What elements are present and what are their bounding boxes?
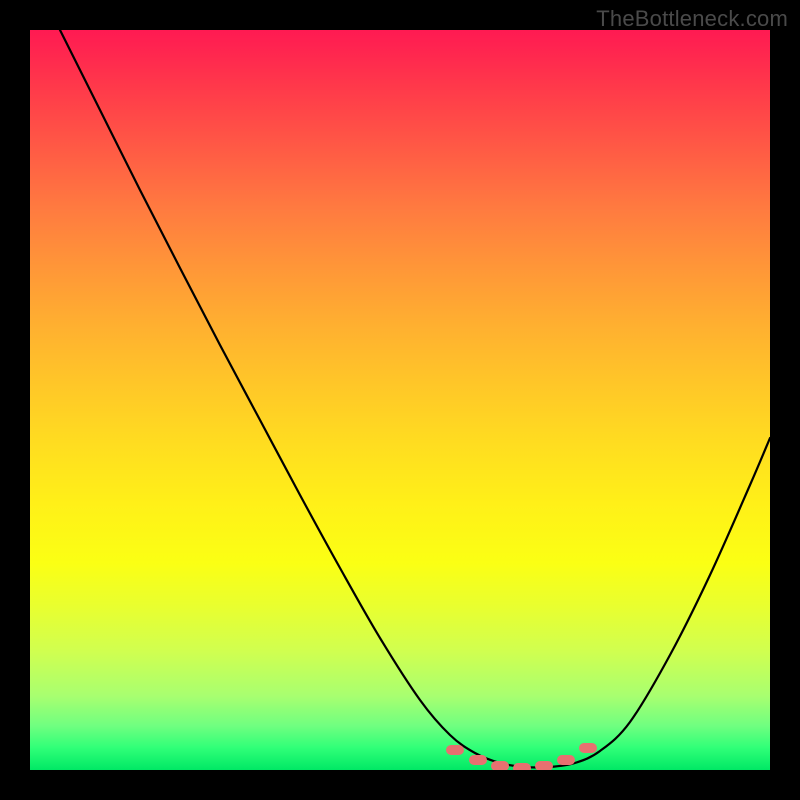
marker-point (469, 755, 487, 765)
curve-svg (30, 30, 770, 770)
marker-point (535, 761, 553, 770)
marker-point (579, 743, 597, 753)
chart-container: TheBottleneck.com (0, 0, 800, 800)
bottleneck-curve (60, 30, 770, 768)
watermark-text: TheBottleneck.com (596, 6, 788, 32)
marker-point (513, 763, 531, 770)
marker-point (491, 761, 509, 770)
plot-area (30, 30, 770, 770)
valley-markers (446, 743, 597, 770)
marker-point (557, 755, 575, 765)
marker-point (446, 745, 464, 755)
